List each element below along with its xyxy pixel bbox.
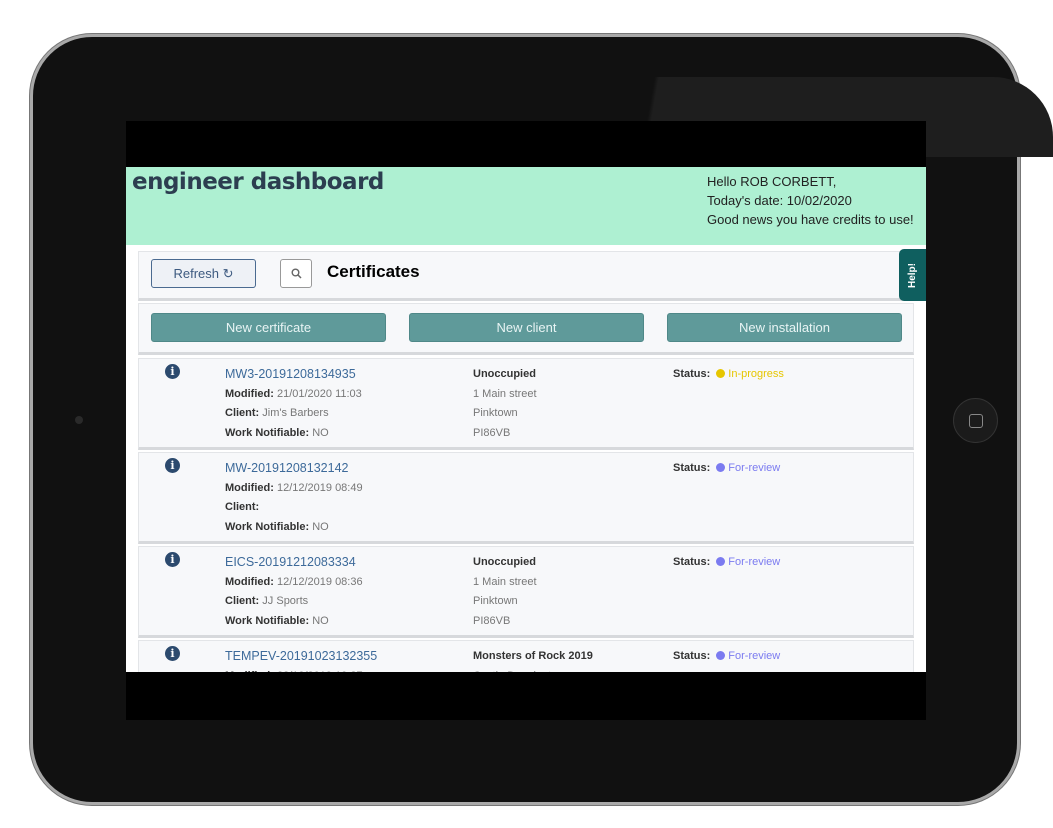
installation-details: Monsters of Rock 2019 Castle Donnington xyxy=(473,647,593,672)
modified-field: Modified: 23/10/2019 10:27 xyxy=(225,667,377,673)
today-date: Today's date: 10/02/2020 xyxy=(707,193,852,208)
notifiable-label: Work Notifiable: xyxy=(225,614,310,627)
modified-label: Modified: xyxy=(225,387,274,400)
section-heading: Certificates xyxy=(327,262,420,281)
home-icon xyxy=(968,413,983,428)
client-value: JJ Sports xyxy=(262,595,309,607)
modified-field: Modified: 21/01/2020 11:03 xyxy=(225,385,362,405)
address-line-2: Pinktown xyxy=(473,595,518,607)
notifiable-value: NO xyxy=(312,426,329,439)
client-field: Client: xyxy=(225,498,363,518)
notifiable-value: NO xyxy=(312,614,329,627)
modified-value: 12/12/2019 08:49 xyxy=(276,481,363,494)
certificate-link[interactable]: EICS-20191212083334 xyxy=(225,553,363,573)
screen: engineer dashboard Hello ROB CORBETT, To… xyxy=(126,121,926,720)
camera-icon xyxy=(75,416,83,424)
status-label: Status: xyxy=(673,368,711,380)
certificate-details: MW-20191208132142 Modified: 12/12/2019 0… xyxy=(225,459,363,537)
status-dot-icon xyxy=(716,557,726,566)
info-icon[interactable]: i xyxy=(165,458,180,473)
client-value: Jim's Barbers xyxy=(262,407,329,419)
client-field: Client: JJ Sports xyxy=(225,592,363,612)
certificate-details: MW3-20191208134935 Modified: 21/01/2020 … xyxy=(225,365,362,443)
postcode: PI86VB xyxy=(473,614,511,627)
notifiable-field: Work Notifiable: NO xyxy=(225,612,363,632)
certificate-link[interactable]: TEMPEV-20191023132355 xyxy=(225,647,377,667)
installation-details: Unoccupied 1 Main street Pinktown PI86VB xyxy=(473,365,537,443)
address-line-2: Pinktown xyxy=(473,407,518,419)
modified-field: Modified: 12/12/2019 08:49 xyxy=(225,479,363,499)
certificate-details: TEMPEV-20191023132355 Modified: 23/10/20… xyxy=(225,647,377,672)
client-label: Client: xyxy=(225,595,260,607)
status-field: Status: For-review xyxy=(673,553,780,573)
status-badge: In-progress xyxy=(728,368,784,380)
info-icon[interactable]: i xyxy=(165,646,180,661)
actions-bar: New certificate New client New installat… xyxy=(138,303,914,355)
refresh-button[interactable]: Refresh ↻ xyxy=(151,259,256,288)
status-badge: For-review xyxy=(728,462,781,474)
search-button[interactable] xyxy=(280,259,312,288)
occupancy: Unoccupied xyxy=(473,368,536,380)
modified-value: 23/10/2019 10:27 xyxy=(277,670,363,673)
new-client-button[interactable]: New client xyxy=(409,313,644,342)
certificate-row[interactable]: i MW-20191208132142 Modified: 12/12/2019… xyxy=(138,452,914,544)
status-dot-icon xyxy=(716,369,726,378)
notifiable-label: Work Notifiable: xyxy=(225,426,310,439)
certificate-row[interactable]: i TEMPEV-20191023132355 Modified: 23/10/… xyxy=(138,640,914,672)
modified-label: Modified: xyxy=(225,575,274,588)
occupancy: Monsters of Rock 2019 xyxy=(473,650,593,662)
toolbar: Refresh ↻ Certificates xyxy=(138,251,914,301)
certificate-row[interactable]: i MW3-20191208134935 Modified: 21/01/202… xyxy=(138,358,914,450)
status-field: Status: For-review xyxy=(673,459,780,479)
notifiable-field: Work Notifiable: NO xyxy=(225,518,363,538)
notifiable-label: Work Notifiable: xyxy=(225,520,310,533)
modified-label: Modified: xyxy=(225,670,274,673)
status-badge: For-review xyxy=(728,650,781,662)
page-title: engineer dashboard xyxy=(132,169,384,195)
home-button[interactable] xyxy=(953,398,998,443)
status-field: Status: For-review xyxy=(673,647,780,667)
help-label: Help! xyxy=(907,262,918,288)
info-icon[interactable]: i xyxy=(165,552,180,567)
client-label: Client: xyxy=(225,407,260,419)
status-label: Status: xyxy=(673,462,711,474)
installation-details: Unoccupied 1 Main street Pinktown PI86VB xyxy=(473,553,537,631)
status-dot-icon xyxy=(716,463,726,472)
status-field: Status: In-progress xyxy=(673,365,784,385)
address-line-1: 1 Main street xyxy=(473,387,537,400)
greeting-block: Hello ROB CORBETT, Today's date: 10/02/2… xyxy=(707,172,914,229)
notifiable-field: Work Notifiable: NO xyxy=(225,424,362,444)
client-label: Client: xyxy=(225,501,260,513)
status-dot-icon xyxy=(716,651,726,660)
certificate-details: EICS-20191212083334 Modified: 12/12/2019… xyxy=(225,553,363,631)
new-installation-button[interactable]: New installation xyxy=(667,313,902,342)
certificate-link[interactable]: MW3-20191208134935 xyxy=(225,365,362,385)
certificate-row[interactable]: i EICS-20191212083334 Modified: 12/12/20… xyxy=(138,546,914,638)
status-label: Status: xyxy=(673,650,711,662)
modified-field: Modified: 12/12/2019 08:36 xyxy=(225,573,363,593)
address-line-1: Castle Donnington xyxy=(473,667,593,673)
certificate-link[interactable]: MW-20191208132142 xyxy=(225,459,363,479)
search-icon xyxy=(291,268,302,279)
modified-value: 21/01/2020 11:03 xyxy=(276,387,362,400)
header: engineer dashboard Hello ROB CORBETT, To… xyxy=(126,167,926,245)
info-icon[interactable]: i xyxy=(165,364,180,379)
credits-message: Good news you have credits to use! xyxy=(707,212,914,227)
postcode: PI86VB xyxy=(473,426,511,439)
status-badge: For-review xyxy=(728,556,781,568)
greeting: Hello ROB CORBETT, xyxy=(707,174,837,189)
notifiable-value: NO xyxy=(312,520,329,533)
client-field: Client: Jim's Barbers xyxy=(225,404,362,424)
app: engineer dashboard Hello ROB CORBETT, To… xyxy=(126,167,926,672)
address-line-1: 1 Main street xyxy=(473,575,537,588)
modified-label: Modified: xyxy=(225,481,274,494)
new-certificate-button[interactable]: New certificate xyxy=(151,313,386,342)
status-label: Status: xyxy=(673,556,711,568)
occupancy: Unoccupied xyxy=(473,556,536,568)
modified-value: 12/12/2019 08:36 xyxy=(276,575,363,588)
help-tab[interactable]: Help! xyxy=(899,249,926,301)
